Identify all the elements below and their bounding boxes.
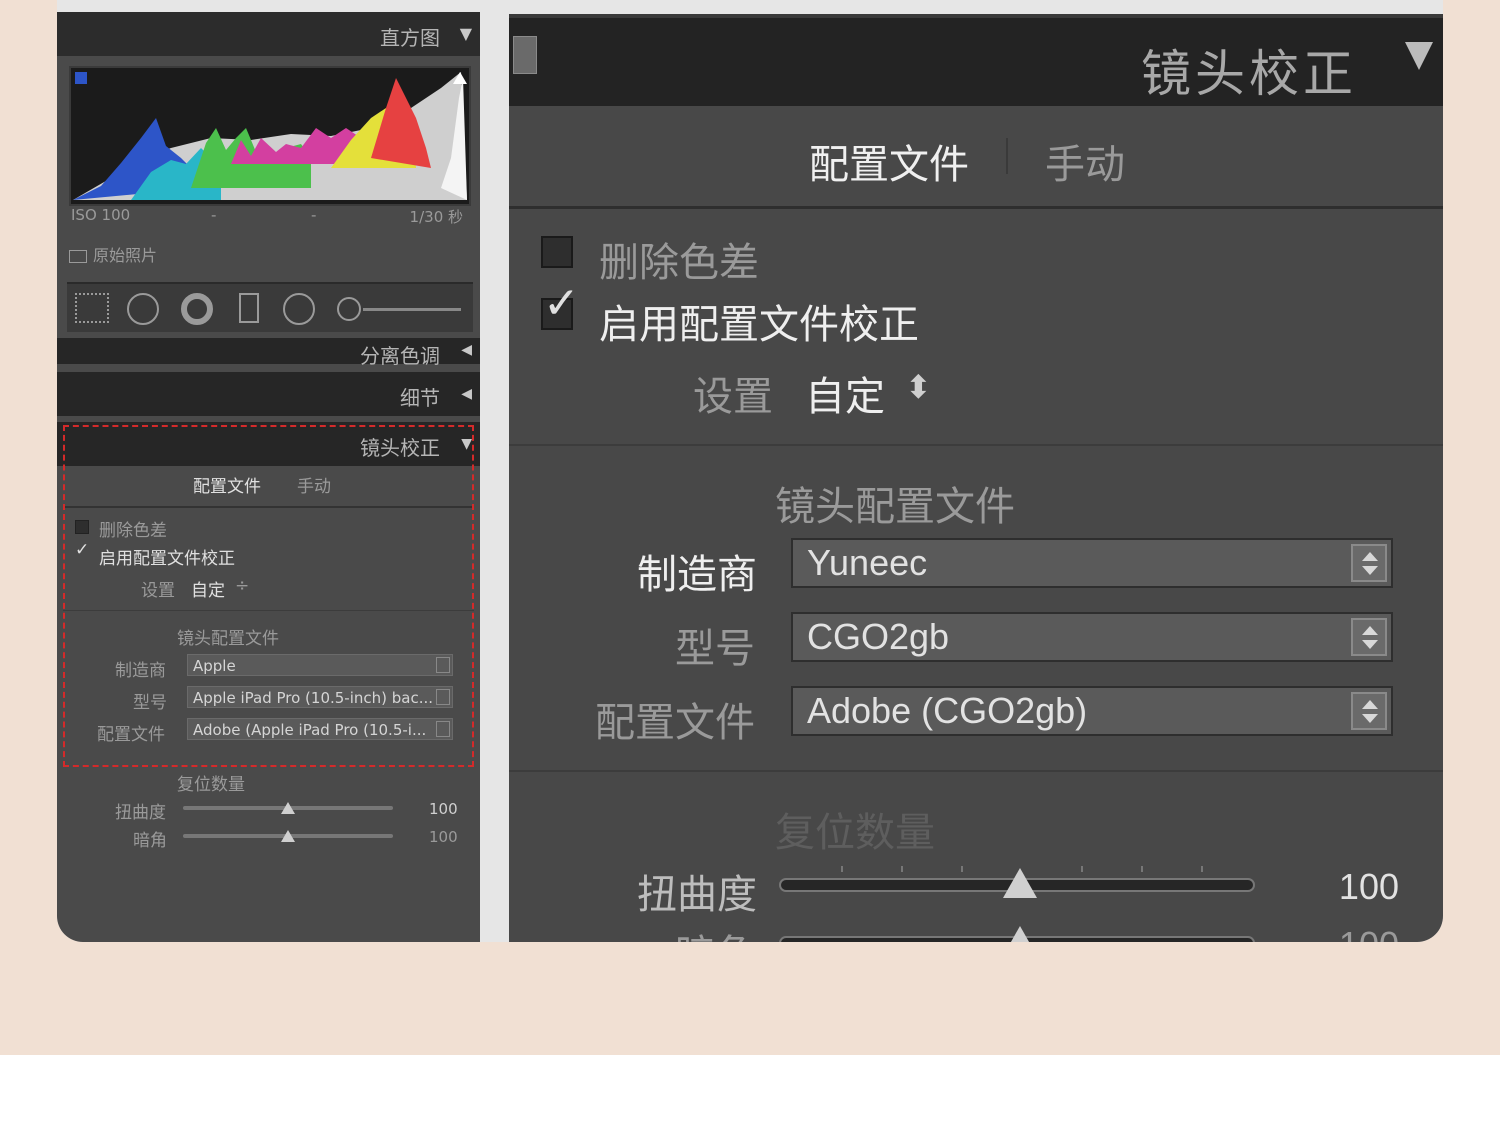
divider: [509, 444, 1443, 446]
split-tone-header[interactable]: 分离色调 ◀: [57, 338, 480, 368]
right-lens-correction-panel: 镜头校正 配置文件 手动 删除色差 ✓ 启用配置文件校正 设置 自定 ⬍ 镜头配…: [509, 14, 1443, 942]
panel-grip-icon[interactable]: [513, 36, 537, 74]
screenshot-card: 直方图 ▼ ISO 100 - - 1/30 秒 原始照片 分离色调 ◀ 细节 …: [57, 0, 1443, 942]
vignetting-value: 100: [429, 828, 458, 846]
stepper-icon[interactable]: [1351, 618, 1387, 656]
histogram-header[interactable]: 直方图 ▼: [57, 12, 480, 56]
brush-size-slider[interactable]: [363, 308, 461, 311]
lens-correction-title: 镜头校正: [1141, 45, 1357, 103]
tab-bar: 配置文件 手动: [509, 102, 1443, 209]
expand-arrow-icon[interactable]: ◀: [461, 342, 472, 358]
stepper-icon[interactable]: [1351, 544, 1387, 582]
lens-correction-header[interactable]: 镜头校正: [509, 14, 1443, 106]
detail-header[interactable]: 细节 ◀: [57, 372, 480, 416]
vignetting-label: 暗角: [675, 922, 755, 942]
distortion-thumb[interactable]: [281, 802, 295, 814]
separator: [480, 0, 509, 942]
tool-strip: [67, 282, 473, 332]
histogram-graph: [73, 72, 467, 200]
collapse-arrow-icon[interactable]: [1405, 42, 1433, 70]
original-photo-toggle[interactable]: 原始照片: [69, 242, 157, 266]
checkbox-icon: [69, 250, 87, 263]
divider: [509, 770, 1443, 772]
remove-ca-label: 删除色差: [599, 240, 759, 286]
setup-value[interactable]: 自定: [805, 364, 885, 422]
model-label: 型号: [675, 626, 755, 672]
vignetting-thumb[interactable]: [281, 830, 295, 842]
vignetting-label: 暗角: [133, 831, 167, 851]
red-eye-icon[interactable]: [181, 293, 213, 325]
highlight-frame: [63, 425, 474, 767]
checkmark-icon: ✓: [543, 278, 580, 329]
vignetting-thumb[interactable]: [1003, 926, 1037, 942]
distortion-label: 扭曲度: [637, 872, 757, 918]
remove-ca-checkbox[interactable]: [541, 236, 573, 268]
profile-label: 配置文件: [595, 700, 755, 746]
tab-divider: [1006, 138, 1008, 174]
histogram: [69, 66, 471, 206]
detail-title: 细节: [400, 386, 440, 410]
make-label: 制造商: [637, 552, 757, 598]
graduated-filter-icon[interactable]: [239, 293, 259, 323]
amount-heading: 复位数量: [177, 775, 245, 795]
distortion-label: 扭曲度: [115, 803, 166, 823]
left-develop-panel: 直方图 ▼ ISO 100 - - 1/30 秒 原始照片 分离色调 ◀ 细节 …: [57, 12, 480, 942]
expand-arrow-icon[interactable]: ◀: [461, 386, 472, 402]
crop-tool-icon[interactable]: [75, 293, 109, 323]
tab-profile[interactable]: 配置文件: [809, 132, 969, 190]
stepper-icon[interactable]: [1351, 692, 1387, 730]
adjustment-brush-icon[interactable]: [337, 297, 361, 321]
distortion-value: 100: [429, 800, 458, 818]
profile-select[interactable]: Adobe (CGO2gb): [791, 686, 1393, 736]
collapse-arrow-icon[interactable]: ▼: [460, 24, 472, 43]
amount-heading: 复位数量: [775, 810, 935, 856]
enable-profile-label: 启用配置文件校正: [599, 302, 919, 348]
shadow-clipping-icon: [75, 72, 87, 84]
setup-arrow-icon[interactable]: ⬍: [905, 368, 932, 406]
histogram-title: 直方图: [380, 26, 440, 50]
radial-filter-icon[interactable]: [283, 293, 315, 325]
tab-manual[interactable]: 手动: [1045, 132, 1125, 190]
setup-label: 设置: [693, 374, 773, 420]
distortion-thumb[interactable]: [1003, 868, 1037, 898]
spot-removal-icon[interactable]: [127, 293, 159, 325]
make-select[interactable]: Yuneec: [791, 538, 1393, 588]
vignetting-value: 100: [1339, 924, 1399, 942]
model-select[interactable]: CGO2gb: [791, 612, 1393, 662]
distortion-value: 100: [1338, 866, 1399, 907]
lens-profile-heading: 镜头配置文件: [775, 484, 1015, 530]
split-tone-title: 分离色调: [360, 344, 440, 368]
